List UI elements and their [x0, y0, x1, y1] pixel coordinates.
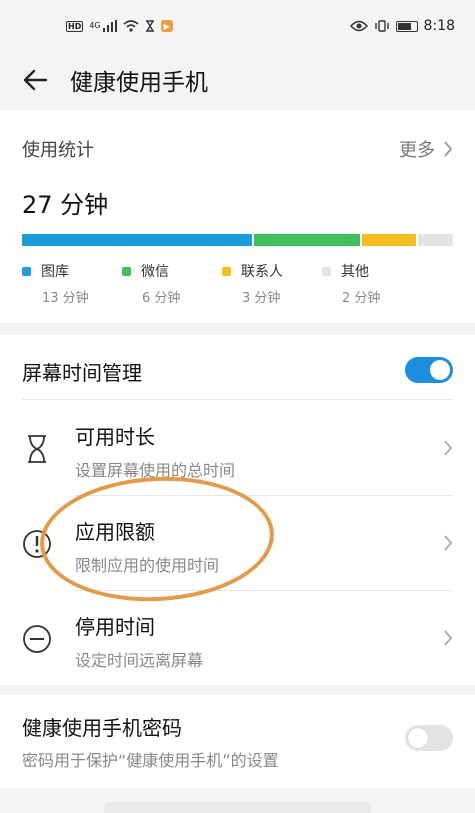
title-bar: 健康使用手机 [0, 52, 475, 108]
back-button[interactable] [0, 69, 70, 91]
password-title: 健康使用手机密码 [22, 716, 182, 740]
legend-dot [122, 266, 131, 276]
legend-label: 联系人 [241, 264, 283, 280]
legend-label: 其他 [341, 264, 369, 280]
item-title: 停用时间 [75, 615, 155, 639]
status-left: HD 4G ▶ [66, 20, 173, 32]
bottom-sheet-hint [104, 802, 371, 813]
usage-bar-segment [254, 234, 361, 246]
more-label[interactable]: 更多 [399, 136, 435, 162]
cast-icon: ▶ [160, 20, 173, 32]
more-link[interactable]: 更多 [399, 136, 453, 162]
legend-item: 联系人 3 分钟 [222, 261, 322, 306]
back-arrow-icon[interactable] [22, 69, 48, 91]
legend-value: 3 分钟 [242, 291, 281, 306]
chevron-right-icon [444, 440, 453, 456]
legend-dot [322, 266, 331, 276]
usage-bar-segment [22, 234, 253, 246]
legend-item: 微信 6 分钟 [122, 261, 222, 306]
wifi-icon [123, 20, 139, 32]
usage-stats-card: 使用统计 更多 27 分钟 图库 13 分钟 微信 6 分钟 联系人 3 分钟 其他 2 分钟 [0, 110, 475, 323]
screen-time-toggle[interactable] [405, 357, 453, 383]
legend-value: 6 分钟 [142, 291, 181, 306]
vibrate-icon [374, 20, 389, 32]
password-toggle[interactable] [405, 725, 453, 751]
legend-dot [22, 266, 31, 276]
network-label: 4G [89, 21, 101, 30]
status-bar: HD 4G ▶ 8:18 [0, 0, 475, 52]
status-time: 8:18 [423, 18, 455, 34]
battery-icon [395, 20, 418, 32]
password-card: 健康使用手机密码 密码用于保护“健康使用手机”的设置 [0, 695, 475, 788]
page-title: 健康使用手机 [70, 70, 208, 96]
legend-label: 微信 [141, 264, 169, 280]
hourglass-icon [21, 433, 53, 465]
status-right: 8:18 [349, 18, 455, 34]
minus-circle-icon [21, 623, 53, 655]
chevron-right-icon [444, 630, 453, 646]
list-item-downtime[interactable]: 停用时间 设定时间远离屏幕 [0, 591, 475, 685]
total-usage-time: 27 分钟 [22, 191, 109, 219]
item-desc: 设定时间远离屏幕 [75, 651, 204, 670]
item-title: 可用时长 [75, 425, 155, 449]
legend-value: 13 分钟 [42, 291, 89, 306]
legend-item: 其他 2 分钟 [322, 261, 422, 306]
hd-badge: HD [66, 20, 84, 32]
eye-icon [349, 20, 368, 32]
usage-bar-segment [362, 234, 416, 246]
chevron-right-icon [444, 535, 453, 551]
hourglass-status-icon [145, 20, 154, 32]
usage-stats-label: 使用统计 [22, 140, 94, 161]
usage-legend: 图库 13 分钟 微信 6 分钟 联系人 3 分钟 其他 2 分钟 [22, 261, 462, 306]
usage-bar-segment [417, 234, 453, 246]
legend-item: 图库 13 分钟 [22, 261, 122, 306]
screen-time-label: 屏幕时间管理 [22, 361, 142, 385]
signal-icon [102, 20, 117, 32]
legend-value: 2 分钟 [342, 291, 381, 306]
divider [22, 399, 453, 400]
list-item-usage-duration[interactable]: 可用时长 设置屏幕使用的总时间 [0, 401, 475, 495]
usage-bar [22, 234, 453, 246]
legend-dot [222, 266, 231, 276]
chevron-right-icon[interactable] [443, 140, 453, 158]
password-desc: 密码用于保护“健康使用手机”的设置 [22, 751, 279, 770]
legend-label: 图库 [41, 264, 69, 280]
